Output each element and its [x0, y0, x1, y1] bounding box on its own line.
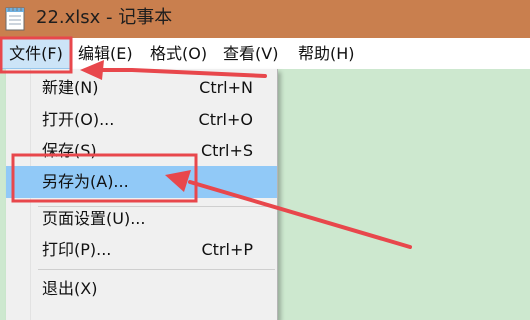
menu-file[interactable]: 文件(F) — [1, 38, 71, 69]
menu-item-save[interactable]: 保存(S) Ctrl+S — [6, 135, 277, 167]
menu-item-label: 页面设置(U)... — [42, 209, 146, 228]
menu-item-shortcut: Ctrl+S — [200, 141, 253, 160]
window-title: 22.xlsx - 记事本 — [36, 7, 173, 28]
menu-item-exit[interactable]: 退出(X) — [6, 273, 277, 305]
menu-help[interactable]: 帮助(H) — [298, 38, 355, 69]
menu-item-label: 退出(X) — [42, 279, 98, 298]
file-menu-dropdown: 新建(N) Ctrl+N 打开(O)... Ctrl+O 保存(S) Ctrl+… — [6, 69, 278, 320]
menu-item-label: 打开(O)... — [42, 110, 115, 129]
menu-bar: 文件(F) 编辑(E) 格式(O) 查看(V) 帮助(H) — [0, 38, 530, 69]
menu-item-save-as[interactable]: 另存为(A)... — [6, 166, 277, 198]
menu-item-label: 打印(P)... — [42, 240, 112, 259]
menu-item-label: 保存(S) — [42, 141, 97, 160]
menu-format[interactable]: 格式(O) — [150, 38, 207, 69]
menu-separator — [38, 269, 275, 270]
menu-item-page-setup[interactable]: 页面设置(U)... — [6, 203, 277, 235]
menu-item-print[interactable]: 打印(P)... Ctrl+P — [6, 234, 277, 266]
menu-item-new[interactable]: 新建(N) Ctrl+N — [6, 72, 277, 104]
menu-item-open[interactable]: 打开(O)... Ctrl+O — [6, 104, 277, 136]
menu-item-shortcut: Ctrl+P — [201, 240, 253, 259]
menu-item-label: 另存为(A)... — [42, 172, 129, 191]
menu-edit[interactable]: 编辑(E) — [78, 38, 133, 69]
menu-item-label: 新建(N) — [42, 78, 99, 97]
menu-item-shortcut: Ctrl+O — [198, 110, 253, 129]
title-bar: 22.xlsx - 记事本 — [0, 0, 530, 38]
menu-view[interactable]: 查看(V) — [223, 38, 278, 69]
notepad-icon — [5, 7, 25, 31]
menu-item-shortcut: Ctrl+N — [199, 78, 253, 97]
